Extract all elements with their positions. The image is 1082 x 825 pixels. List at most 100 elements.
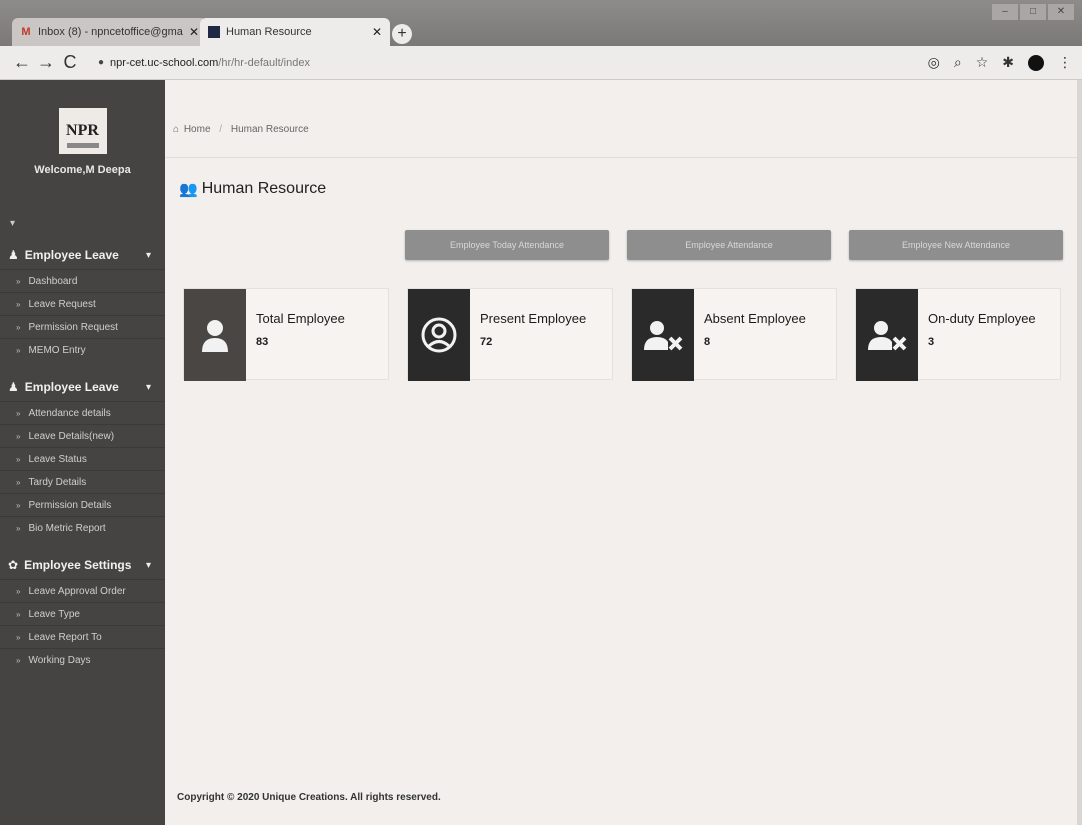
- address-bar[interactable]: ● npr-cet.uc-school.com /hr/hr-default/i…: [92, 51, 932, 75]
- stat-tile: [408, 289, 470, 381]
- menu-icon[interactable]: ⋮: [1058, 54, 1072, 71]
- sidebar-item-permission-request[interactable]: » Permission Request: [0, 315, 165, 338]
- sidebar-item-leave-type[interactable]: » Leave Type: [0, 602, 165, 625]
- arrow-icon: »: [16, 500, 21, 510]
- sidebar-item-label: Tardy Details: [28, 476, 87, 488]
- stat-card-on-duty-employee: On-duty Employee 3: [855, 288, 1061, 381]
- back-icon[interactable]: ←: [10, 52, 34, 73]
- logo-text: NPR: [66, 122, 99, 139]
- window-controls: – □ ✕: [992, 4, 1074, 20]
- extensions-icon[interactable]: ✱: [1002, 54, 1014, 71]
- url-host: npr-cet.uc-school.com: [110, 56, 219, 69]
- employee-attendance-button[interactable]: Employee Attendance: [627, 230, 831, 260]
- sidebar-item-label: Leave Status: [28, 453, 87, 465]
- sidebar-item-leave-status[interactable]: » Leave Status: [0, 447, 165, 470]
- breadcrumb-home[interactable]: Home: [184, 124, 211, 135]
- user-icon: ♟: [8, 248, 19, 262]
- toolbar-icons: ◎ ⌕ ☆ ✱ ⋮: [928, 54, 1072, 71]
- breadcrumb: ⌂ Home / Human Resource: [165, 80, 1077, 158]
- stat-cards: Total Employee 83 Present Employee 72 Ab…: [183, 288, 1061, 381]
- sidebar-item-label: Permission Request: [28, 321, 118, 333]
- sidebar-section-employee-leave[interactable]: ♟ Employee Leave ▾: [0, 241, 165, 269]
- stat-count: 72: [480, 336, 493, 348]
- sidebar-item-dashboard[interactable]: » Dashboard: [0, 269, 165, 292]
- close-icon[interactable]: ✕: [183, 25, 199, 39]
- sidebar-item-label: Attendance details: [28, 407, 111, 419]
- chevron-down-icon[interactable]: ▾: [0, 200, 165, 229]
- sidebar-item-label: Bio Metric Report: [28, 522, 106, 534]
- stat-label: On-duty Employee: [928, 311, 1036, 326]
- stat-count: 3: [928, 336, 935, 348]
- browser-toolbar: ← → C ● npr-cet.uc-school.com /hr/hr-def…: [0, 46, 1082, 80]
- sidebar-item-working-days[interactable]: » Working Days: [0, 648, 165, 671]
- sidebar-section-employee-settings[interactable]: ✿ Employee Settings ▾: [0, 551, 165, 579]
- user-times-icon: [644, 321, 683, 351]
- gear-icon: ✿: [8, 558, 19, 572]
- sidebar-item-permission-details[interactable]: » Permission Details: [0, 493, 165, 516]
- sidebar-item-leave-details-new[interactable]: » Leave Details(new): [0, 424, 165, 447]
- browser-tab-hr[interactable]: Human Resource ✕: [200, 18, 390, 46]
- arrow-icon: »: [16, 322, 21, 332]
- chevron-down-icon: ▾: [145, 381, 151, 393]
- profile-avatar[interactable]: [1028, 54, 1044, 71]
- sidebar-item-leave-request[interactable]: » Leave Request: [0, 292, 165, 315]
- close-window-icon[interactable]: ✕: [1048, 4, 1074, 20]
- gmail-icon: M: [21, 26, 31, 38]
- arrow-icon: »: [16, 586, 21, 596]
- arrow-icon: »: [16, 408, 21, 418]
- new-tab-button[interactable]: +: [392, 24, 412, 44]
- browser-tab-gmail[interactable]: M Inbox (8) - npncetoffice@gmail ✕: [12, 18, 207, 46]
- forward-icon[interactable]: →: [34, 52, 58, 73]
- stat-count: 8: [704, 336, 711, 348]
- sidebar-section-label: Employee Leave: [24, 380, 119, 394]
- user-icon: ♟: [8, 380, 19, 394]
- sidebar-section-employee-leave-2[interactable]: ♟ Employee Leave ▾: [0, 373, 165, 401]
- employee-today-attendance-button[interactable]: Employee Today Attendance: [405, 230, 609, 260]
- sidebar-item-attendance-details[interactable]: » Attendance details: [0, 401, 165, 424]
- sidebar-item-label: Dashboard: [28, 275, 78, 287]
- user-icon: [202, 320, 228, 352]
- tab-title: Human Resource: [226, 26, 312, 38]
- arrow-icon: »: [16, 345, 21, 355]
- logo: NPR: [58, 108, 107, 154]
- sidebar-item-tardy-details[interactable]: » Tardy Details: [0, 470, 165, 493]
- sidebar-item-label: Leave Details(new): [28, 430, 115, 442]
- sidebar: NPR Welcome,M Deepa ▾ ♟ Employee Leave ▾…: [0, 80, 165, 825]
- location-icon[interactable]: ◎: [928, 54, 940, 71]
- stat-label: Absent Employee: [704, 311, 806, 326]
- employee-new-attendance-button[interactable]: Employee New Attendance: [849, 230, 1063, 260]
- sidebar-item-memo-entry[interactable]: » MEMO Entry: [0, 338, 165, 361]
- reload-icon[interactable]: C: [58, 52, 82, 73]
- close-icon[interactable]: ✕: [366, 25, 382, 39]
- users-icon: 👥: [179, 181, 198, 198]
- browser-tabstrip: M Inbox (8) - npncetoffice@gmail ✕ Human…: [0, 0, 1082, 46]
- page-title-text: Human Resource: [201, 180, 327, 197]
- stat-label: Present Employee: [480, 311, 587, 326]
- breadcrumb-current: Human Resource: [230, 124, 309, 135]
- sidebar-item-label: Permission Details: [28, 499, 112, 511]
- maximize-icon[interactable]: □: [1020, 4, 1046, 20]
- arrow-icon: »: [16, 299, 21, 309]
- sidebar-item-leave-approval-order[interactable]: » Leave Approval Order: [0, 579, 165, 602]
- home-icon[interactable]: ⌂: [173, 124, 179, 135]
- page-title: 👥 Human Resource: [179, 180, 326, 198]
- welcome-text: Welcome,M Deepa: [34, 164, 131, 176]
- sidebar-brand: NPR Welcome,M Deepa: [0, 80, 165, 200]
- sidebar-item-bio-metric-report[interactable]: » Bio Metric Report: [0, 516, 165, 539]
- stat-card-present-employee: Present Employee 72: [407, 288, 613, 381]
- lock-icon: ●: [98, 57, 105, 68]
- star-icon[interactable]: ☆: [976, 54, 989, 71]
- footer: Copyright © 2020 Unique Creations. All r…: [177, 792, 441, 803]
- arrow-icon: »: [16, 523, 21, 533]
- site-icon: [208, 26, 220, 38]
- minimize-icon[interactable]: –: [992, 4, 1018, 20]
- stat-tile: [632, 289, 694, 381]
- stat-card-absent-employee: Absent Employee 8: [631, 288, 837, 381]
- arrow-icon: »: [16, 431, 21, 441]
- stat-count: 83: [256, 336, 269, 348]
- arrow-icon: »: [16, 632, 21, 642]
- sidebar-item-leave-report-to[interactable]: » Leave Report To: [0, 625, 165, 648]
- stat-tile: [184, 289, 246, 381]
- user-times-icon: [868, 321, 907, 351]
- zoom-icon[interactable]: ⌕: [954, 54, 962, 71]
